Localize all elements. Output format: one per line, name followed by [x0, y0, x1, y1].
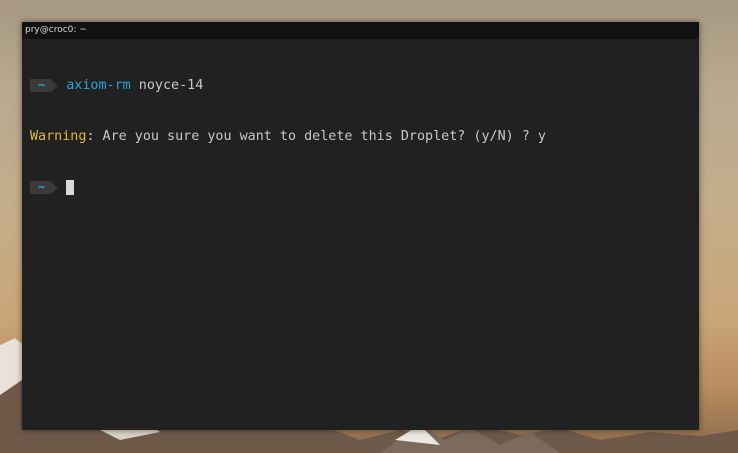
prompt-arrow-icon: [51, 181, 59, 194]
warning-label: Warning: [30, 129, 87, 144]
warning-message: : Are you sure you want to delete this D…: [86, 129, 546, 144]
terminal-output[interactable]: ~ axiom-rm noyce-14 Warning: Are you sure…: [22, 39, 699, 230]
terminal-window[interactable]: pry@croc0: ~ ~ axiom-rm noyce-14 Warning:…: [22, 22, 699, 430]
prompt-arrow-icon: [51, 79, 59, 92]
window-title: pry@croc0: ~: [22, 22, 699, 39]
prompt-segment: ~: [30, 181, 59, 194]
prompt-dir: ~: [30, 181, 52, 194]
prompt-segment: ~: [30, 79, 59, 92]
command-argument: noyce-14: [138, 78, 204, 93]
prompt-dir: ~: [30, 79, 52, 92]
terminal-line-command: ~ axiom-rm noyce-14: [30, 77, 691, 94]
text-cursor[interactable]: [66, 180, 75, 195]
terminal-line-warning: Warning: Are you sure you want to delete…: [30, 128, 691, 145]
command-name: axiom-rm: [66, 78, 131, 93]
terminal-line-prompt: ~: [30, 179, 691, 196]
